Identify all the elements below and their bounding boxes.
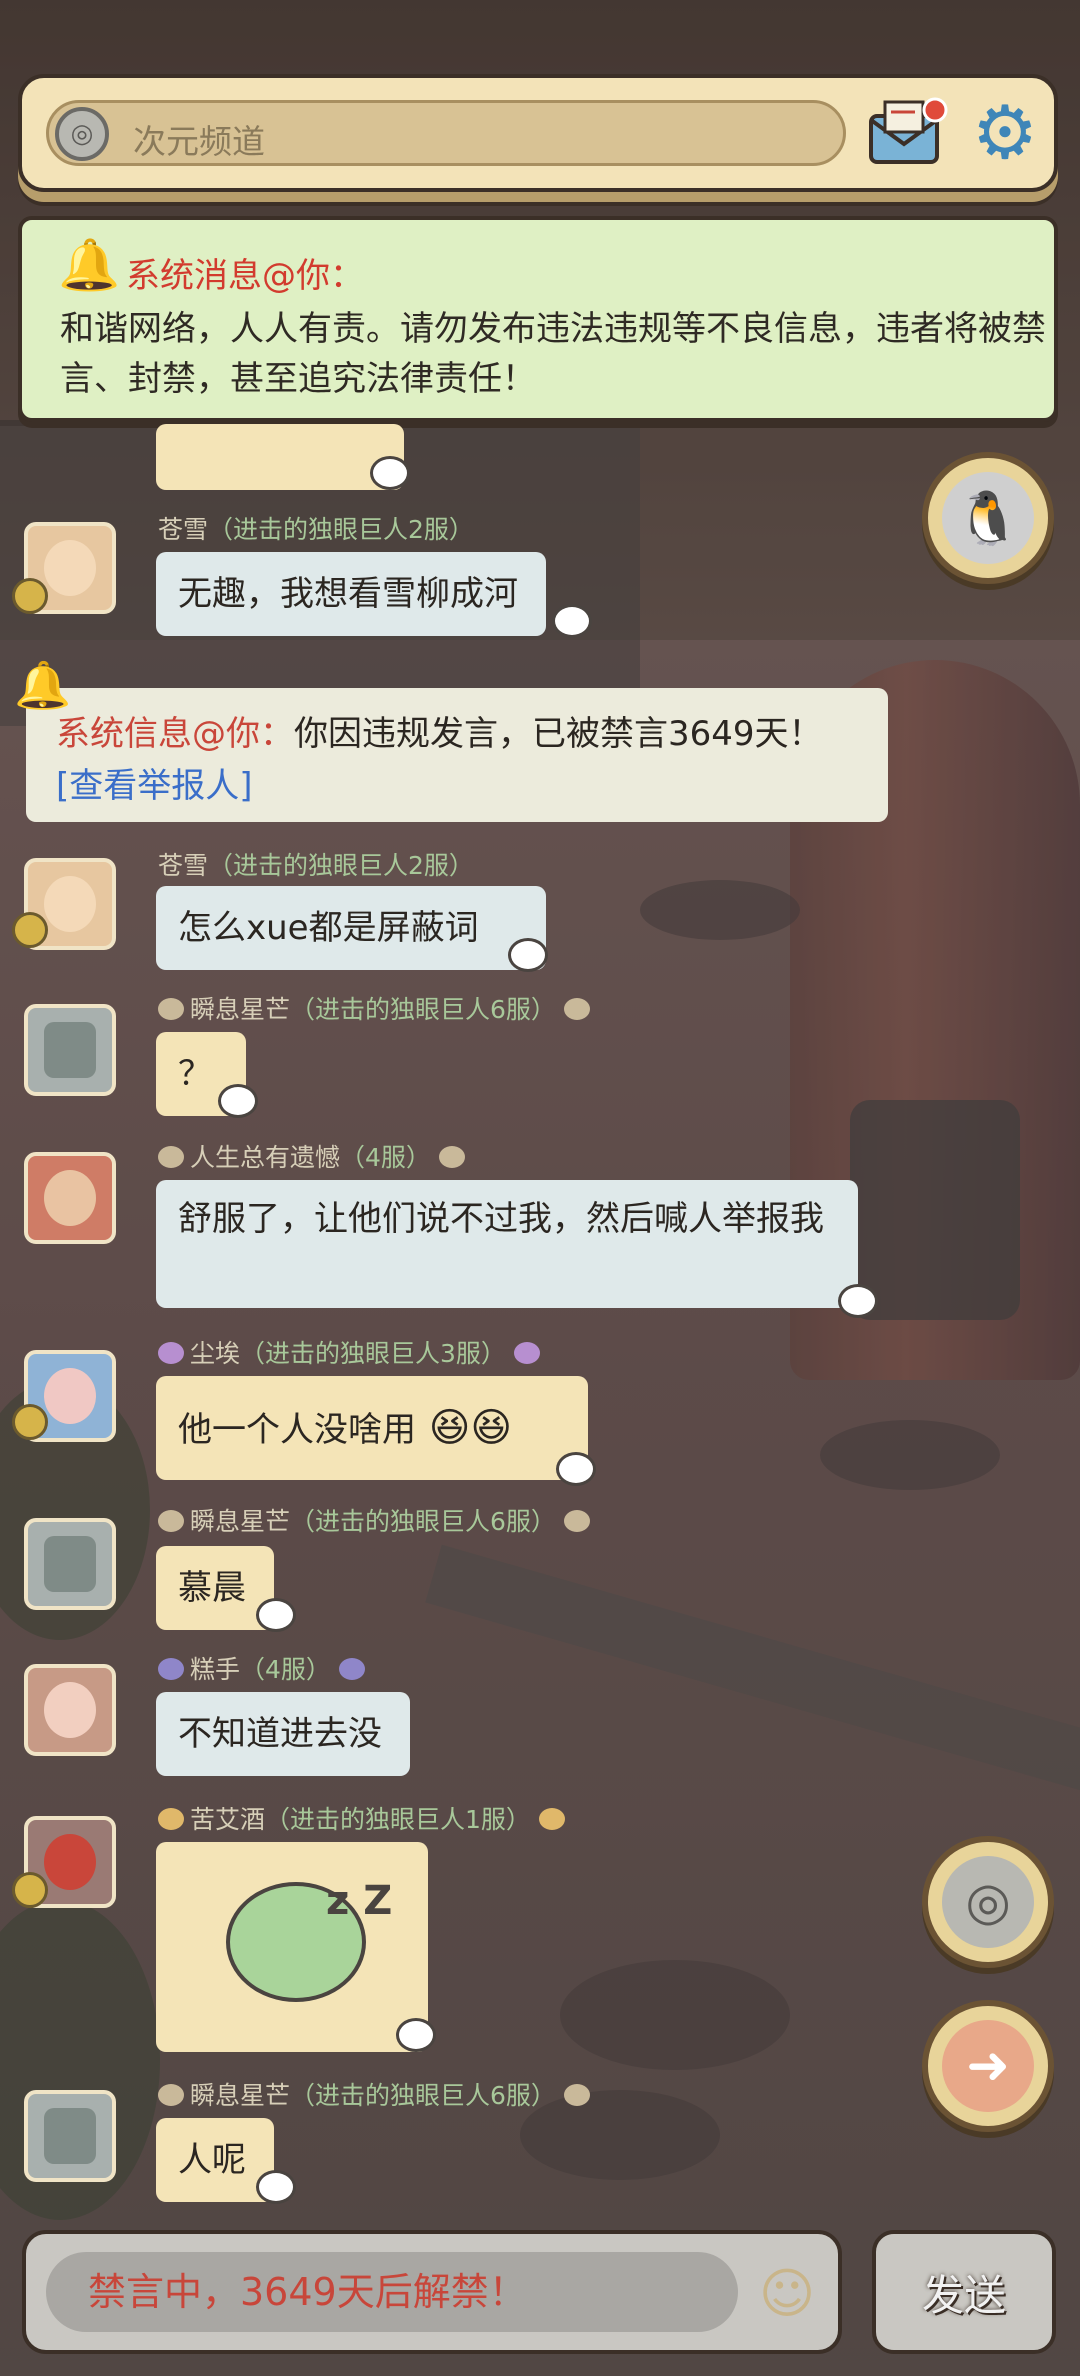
chat-bubble: 不知道进去没 <box>156 1692 410 1776</box>
sleeping-frog-sticker: z Z <box>156 1842 428 2052</box>
channel-selector[interactable]: ◎ 次元频道 <box>46 100 846 166</box>
chat-bubble: 无趣，我想看雪柳成河 <box>156 552 546 636</box>
chat-header: ◎ 次元频道 ⚙ <box>18 74 1058 192</box>
sender-name: 瞬息星芒（进击的独眼巨人6服） <box>158 2076 596 2112</box>
quote-icon[interactable] <box>256 2170 296 2204</box>
quote-icon[interactable] <box>218 1084 258 1118</box>
channel-swirl-icon: ◎ <box>55 107 109 161</box>
chat-input-bar: 禁言中，3649天后解禁！ ☺ <box>22 2230 842 2354</box>
avatar[interactable] <box>24 1152 116 1244</box>
laughing-emoji-icon: 😆😆 <box>416 1405 513 1451</box>
system-info-card: 🔔 系统信息@你：你因违规发言，已被禁言3649天！ [查看举报人] <box>14 658 888 822</box>
chat-bubble-partial <box>156 424 404 490</box>
sender-name: 尘埃（进击的独眼巨人3服） <box>158 1334 546 1370</box>
quote-icon[interactable] <box>370 456 410 490</box>
quote-icon[interactable] <box>556 1452 596 1486</box>
chat-bubble: 怎么xue都是屏蔽词 <box>156 886 546 970</box>
mail-notification-icon[interactable] <box>867 96 949 170</box>
switch-channel-button[interactable]: ◎ <box>922 1836 1054 1968</box>
quote-icon[interactable] <box>552 604 592 638</box>
sysinfo-prefix: 系统信息@你： <box>56 714 294 754</box>
channel-label: 次元频道 <box>133 122 265 161</box>
gear-icon[interactable]: ⚙ <box>964 92 1046 174</box>
penguin-icon: 🐧 <box>942 472 1034 564</box>
next-button[interactable]: ➜ <box>922 2000 1054 2132</box>
notice-title: 系统消息@你： <box>126 256 364 296</box>
view-reporter-link[interactable]: [查看举报人] <box>56 758 253 807</box>
sender-name: 苍雪（进击的独眼巨人2服） <box>158 515 474 544</box>
chat-bubble: 他一个人没啥用 😆😆 <box>156 1376 588 1480</box>
sender-name: 人生总有遗憾（4服） <box>158 1138 471 1174</box>
quote-icon[interactable] <box>256 1598 296 1632</box>
sender-name: 瞬息星芒（进击的独眼巨人6服） <box>158 990 596 1026</box>
emoji-icon[interactable]: ☺ <box>752 2256 822 2330</box>
sender-name: 糕手（4服） <box>158 1650 371 1686</box>
avatar[interactable] <box>24 1664 116 1756</box>
qq-share-button[interactable]: 🐧 <box>922 452 1054 584</box>
bell-icon: 🔔 <box>58 236 121 294</box>
send-button[interactable]: 发送 <box>872 2230 1056 2354</box>
arrow-right-icon: ➜ <box>942 2020 1034 2112</box>
message-input[interactable]: 禁言中，3649天后解禁！ <box>46 2252 738 2332</box>
avatar[interactable] <box>24 1518 116 1610</box>
system-notice-banner: 🔔 系统消息@你： 和谐网络，人人有责。请勿发布违法违规等不良信息，违者将被禁言… <box>18 216 1058 422</box>
bell-icon: 🔔 <box>14 658 72 712</box>
sender-name: 苦艾酒（进击的独眼巨人1服） <box>158 1800 571 1836</box>
sysinfo-text: 你因违规发言，已被禁言3649天！ <box>294 714 823 754</box>
sender-name: 苍雪（进击的独眼巨人2服） <box>158 851 474 880</box>
avatar[interactable] <box>24 1004 116 1096</box>
chat-bubble: 舒服了，让他们说不过我，然后喊人举报我 <box>156 1180 858 1308</box>
quote-icon[interactable] <box>508 938 548 972</box>
avatar[interactable] <box>24 2090 116 2182</box>
sender-name: 瞬息星芒（进击的独眼巨人6服） <box>158 1502 596 1538</box>
swirl-icon: ◎ <box>942 1856 1034 1948</box>
quote-icon[interactable] <box>396 2018 436 2052</box>
notice-body: 和谐网络，人人有责。请勿发布违法违规等不良信息，违者将被禁言、封禁，甚至追究法律… <box>60 309 1046 399</box>
quote-icon[interactable] <box>838 1284 878 1318</box>
